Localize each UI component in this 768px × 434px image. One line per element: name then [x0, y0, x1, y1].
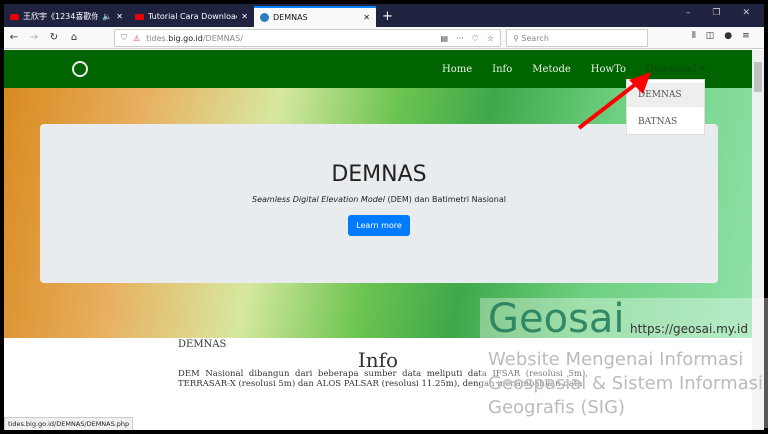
pocket-icon[interactable]: ♡ — [472, 34, 479, 43]
nav-toolbar: ← → ↻ ⌂ ⛉ ⚠ tides.big.go.id/DEMNAS/ ▤ ··· ♡ ☆… — [4, 27, 764, 49]
nav-home[interactable]: Home — [442, 64, 472, 75]
sidebar-icon[interactable]: ◫ — [706, 31, 715, 41]
tab-bar: 王欣宇《1234喜歡你》官方🔈✕ Tutorial Cara Download … — [4, 4, 764, 27]
red-arrow-annotation — [577, 72, 651, 130]
learn-more-button[interactable]: Learn more — [348, 215, 410, 236]
jumbotron: DEMNAS Seamless Digital Elevation Model … — [40, 124, 718, 283]
nav-info[interactable]: Info — [492, 64, 512, 75]
status-bar-url: tides.big.go.id/DEMNAS/DEMNAS.php — [4, 417, 134, 430]
minimize-icon[interactable]: – — [686, 8, 691, 18]
library-icon[interactable]: ⫴ — [692, 31, 696, 41]
shield-icon: ⛉ — [121, 33, 127, 42]
site-logo[interactable] — [72, 61, 88, 77]
tab-youtube-tutorial[interactable]: Tutorial Cara Download data d✕ — [129, 6, 254, 27]
close-window-icon[interactable]: ✕ — [742, 8, 750, 18]
more-actions-icon[interactable]: ··· — [456, 34, 464, 43]
menu-icon[interactable]: ≡ — [742, 31, 750, 41]
restore-icon[interactable]: ❐ — [712, 8, 720, 18]
close-tab-icon[interactable]: ✕ — [116, 12, 123, 21]
youtube-icon — [10, 13, 19, 20]
hero-subtitle: Seamless Digital Elevation Model (DEM) d… — [252, 195, 506, 204]
info-subheading: DEMNAS — [178, 339, 227, 350]
bookmark-star-icon[interactable]: ☆ — [487, 34, 494, 43]
scrollbar-thumb[interactable] — [754, 62, 762, 92]
close-tab-icon[interactable]: ✕ — [363, 13, 370, 22]
reader-view-icon[interactable]: ▤ — [440, 34, 448, 43]
globe-icon — [260, 13, 269, 22]
speaker-icon[interactable]: 🔈 — [102, 12, 112, 21]
reload-icon[interactable]: ↻ — [44, 32, 64, 43]
account-icon[interactable]: ● — [724, 31, 732, 41]
tab-demnas[interactable]: DEMNAS ✕ — [254, 6, 376, 27]
hero-title: DEMNAS — [331, 162, 427, 187]
watermark: Geosai https://geosai.my.id Website Meng… — [480, 296, 768, 428]
youtube-icon — [135, 13, 144, 20]
new-tab-button[interactable]: + — [376, 9, 399, 27]
tab-youtube-music[interactable]: 王欣宇《1234喜歡你》官方🔈✕ — [4, 6, 129, 27]
back-icon[interactable]: ← — [4, 32, 24, 43]
search-icon: ⚲ — [513, 33, 522, 43]
url-bar[interactable]: ⛉ ⚠ tides.big.go.id/DEMNAS/ ▤ ··· ♡ ☆ — [114, 29, 501, 47]
home-icon[interactable]: ⌂ — [64, 32, 84, 43]
search-input[interactable]: ⚲ Search — [506, 29, 648, 47]
close-tab-icon[interactable]: ✕ — [241, 12, 248, 21]
nav-metode[interactable]: Metode — [532, 64, 571, 75]
insecure-lock-icon: ⚠ — [133, 33, 141, 43]
forward-icon[interactable]: → — [24, 32, 44, 43]
